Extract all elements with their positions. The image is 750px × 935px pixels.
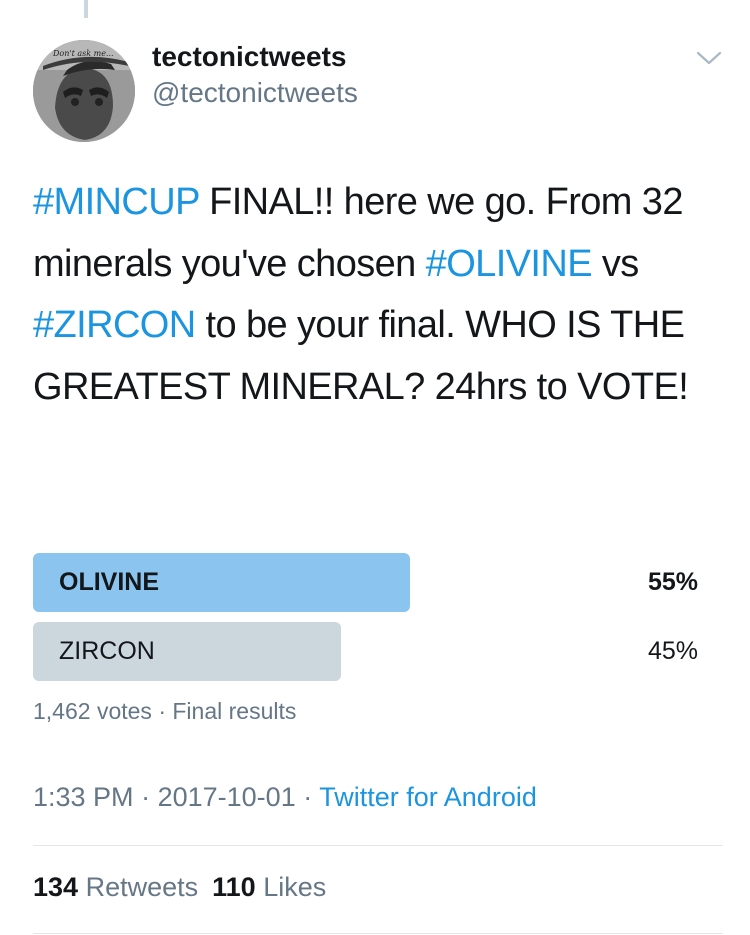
hashtag-link[interactable]: #OLIVINE (426, 243, 593, 285)
poll-vote-count: 1,462 votes (33, 698, 152, 724)
poll-option-label: ZIRCON (59, 637, 155, 665)
poll-option: OLIVINE 55% (33, 553, 698, 612)
chevron-down-icon[interactable] (696, 48, 722, 68)
poll-option-percent: 45% (647, 637, 698, 665)
avatar[interactable]: Don't ask me... (33, 40, 135, 142)
poll-meta-separator: · (158, 698, 166, 724)
tweet-source-link[interactable]: Twitter for Android (319, 782, 537, 812)
likes-stat[interactable]: 110 Likes (212, 872, 326, 902)
poll-option: ZIRCON 45% (33, 622, 698, 681)
user-handle[interactable]: @tectonictweets (152, 76, 358, 110)
likes-count: 110 (212, 872, 256, 902)
tweet-timestamp-line: 1:33 PM · 2017-10-01 · Twitter for Andro… (33, 782, 537, 813)
tweet-date[interactable]: 2017-10-01 (158, 782, 296, 812)
poll-status: Final results (172, 698, 297, 724)
tweet-text-segment: vs (591, 242, 639, 285)
tweet-time[interactable]: 1:33 PM (33, 782, 134, 812)
divider-bottom (33, 933, 723, 934)
poll-option-percent: 55% (647, 568, 698, 596)
thread-connector-line (84, 0, 88, 18)
avatar-caption: Don't ask me... (52, 49, 114, 58)
retweets-count: 134 (33, 872, 79, 902)
avatar-image: Don't ask me... (33, 40, 135, 142)
timestamp-separator: · (141, 782, 151, 812)
chevron-down-icon-glyph (696, 51, 722, 65)
retweets-label: Retweets (85, 872, 199, 902)
retweets-stat[interactable]: 134 Retweets (33, 872, 198, 902)
tweet-text: #MINCUP FINAL!! here we go. From 32 mine… (33, 172, 723, 418)
hashtag-link[interactable]: #ZIRCON (33, 304, 196, 346)
timestamp-separator-2: · (303, 782, 313, 812)
poll-option-label: OLIVINE (59, 568, 160, 596)
divider (33, 845, 723, 846)
poll-meta: 1,462 votes · Final results (33, 698, 296, 725)
display-name[interactable]: tectonictweets (152, 40, 347, 74)
hashtag-link[interactable]: #MINCUP (33, 181, 200, 223)
likes-label: Likes (263, 872, 327, 902)
tweet-stats: 134 Retweets 110 Likes (33, 872, 326, 903)
poll: OLIVINE 55% ZIRCON 45% (33, 553, 698, 691)
